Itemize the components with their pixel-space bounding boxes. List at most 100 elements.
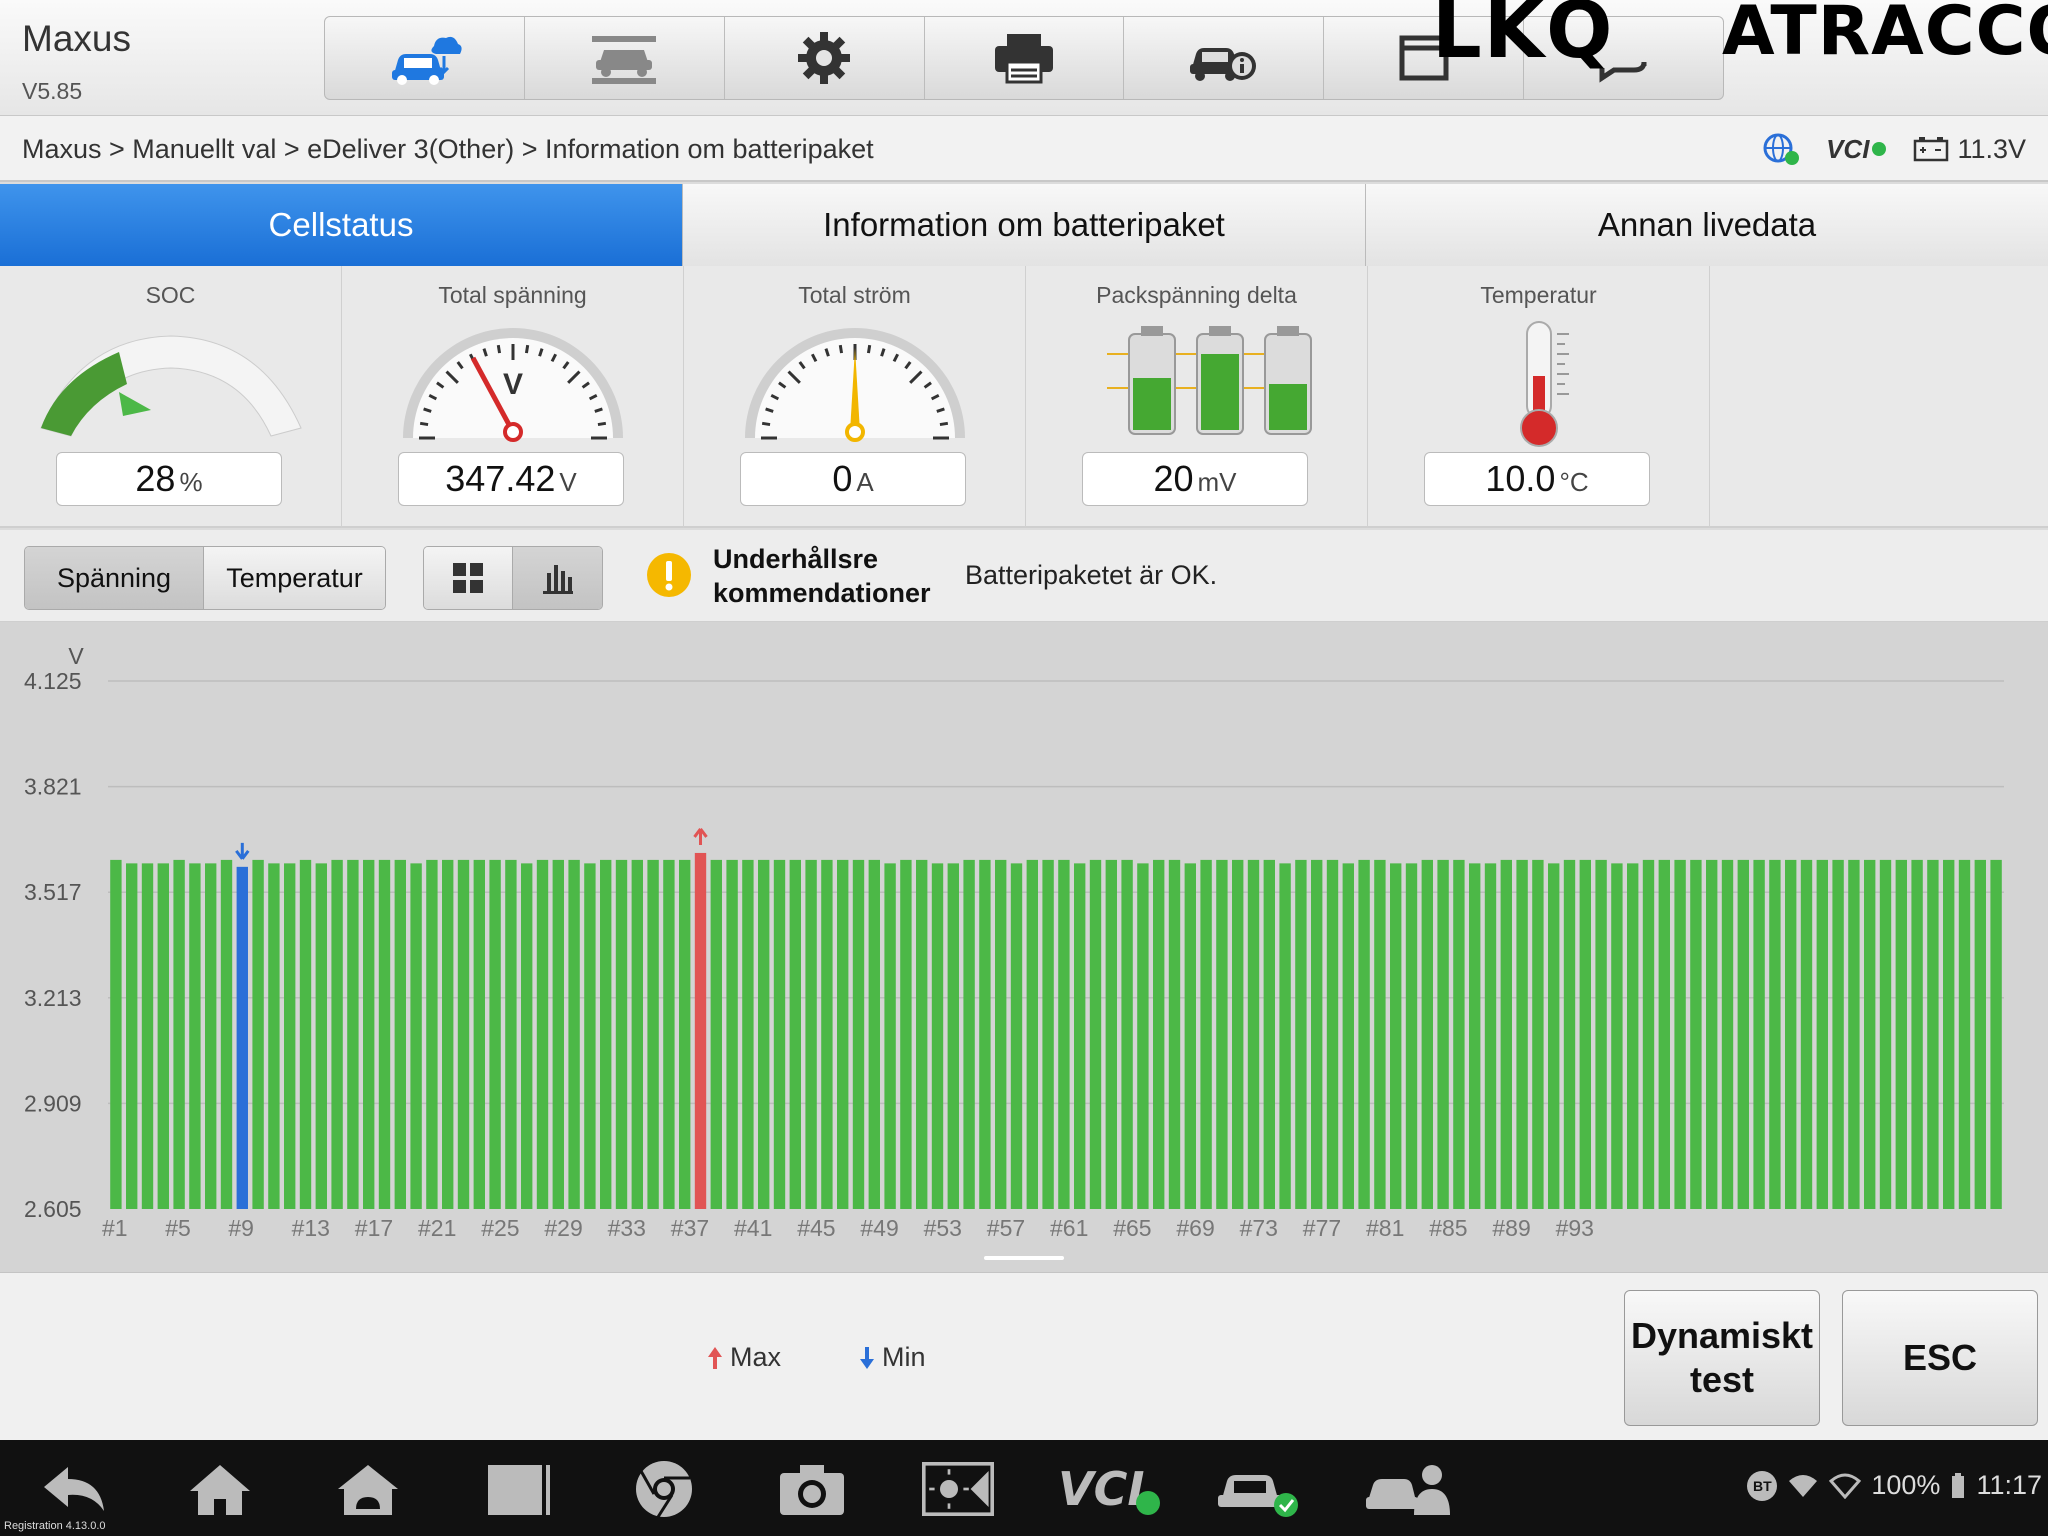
cell-bar[interactable] <box>1168 859 1181 1209</box>
cell-bar[interactable] <box>1769 859 1781 1209</box>
cell-bar[interactable] <box>1232 859 1244 1209</box>
cell-bar[interactable] <box>1737 859 1749 1209</box>
cell-bar[interactable] <box>521 863 533 1209</box>
cell-bar[interactable] <box>568 859 580 1209</box>
cell-bar[interactable] <box>489 859 501 1209</box>
cell-bar[interactable] <box>331 859 343 1209</box>
cell-bar[interactable] <box>1216 859 1228 1209</box>
cell-bar[interactable] <box>1816 859 1828 1209</box>
cell-bar[interactable] <box>1721 859 1734 1209</box>
cell-bar[interactable] <box>1895 859 1907 1209</box>
cell-bar[interactable] <box>268 863 280 1209</box>
cell-bar[interactable] <box>916 859 928 1209</box>
cell-bar[interactable] <box>1832 859 1844 1209</box>
cell-bar[interactable] <box>615 859 628 1209</box>
cell-bar[interactable] <box>1800 859 1813 1209</box>
cell-bar[interactable] <box>805 859 817 1209</box>
cell-bar[interactable] <box>315 863 327 1209</box>
nav-android-home-button[interactable] <box>332 1456 404 1522</box>
cell-bar[interactable] <box>1437 859 1449 1209</box>
cell-bar[interactable] <box>679 859 691 1209</box>
cell-bar[interactable] <box>1563 859 1576 1209</box>
nav-car-check-button[interactable] <box>1214 1456 1304 1522</box>
tab-other-livedata[interactable]: Annan livedata <box>1366 184 2048 266</box>
cell-bar[interactable] <box>1706 859 1718 1209</box>
cell-bar[interactable] <box>347 859 359 1209</box>
cell-bar[interactable] <box>963 859 975 1209</box>
tab-battery-info[interactable]: Information om batteripaket <box>683 184 1366 266</box>
cell-bar[interactable] <box>884 863 896 1209</box>
cell-bar[interactable] <box>1500 859 1512 1209</box>
cell-bar[interactable] <box>110 859 122 1209</box>
cell-bar[interactable] <box>789 859 801 1209</box>
cell-bar[interactable] <box>947 863 959 1209</box>
cell-bar[interactable] <box>1864 859 1876 1209</box>
cell-bar[interactable] <box>205 863 217 1209</box>
cell-bar[interactable] <box>378 859 391 1209</box>
cell-bar[interactable] <box>1974 859 1986 1209</box>
cell-bar[interactable] <box>552 859 564 1209</box>
cell-bar[interactable] <box>1184 863 1196 1209</box>
cell-bar[interactable] <box>410 863 422 1209</box>
cell-bar[interactable] <box>1074 863 1086 1209</box>
cell-bar[interactable] <box>1943 859 1955 1209</box>
cell-bar[interactable] <box>1200 859 1212 1209</box>
nav-recents-button[interactable] <box>482 1456 554 1522</box>
tab-cellstatus[interactable]: Cellstatus <box>0 184 683 266</box>
cell-bar[interactable] <box>773 859 786 1209</box>
cell-bar[interactable] <box>1548 863 1560 1209</box>
cell-bar[interactable] <box>1785 859 1797 1209</box>
cell-bar[interactable] <box>126 863 138 1209</box>
cell-bar[interactable] <box>1879 859 1892 1209</box>
cell-bar[interactable] <box>1674 859 1686 1209</box>
cell-bar[interactable] <box>1311 859 1323 1209</box>
car-info-button[interactable] <box>1124 17 1325 99</box>
cell-bar[interactable] <box>1753 859 1765 1209</box>
print-button[interactable] <box>925 17 1125 99</box>
cell-bar[interactable] <box>1658 859 1670 1209</box>
cell-bar[interactable] <box>220 859 233 1209</box>
cell-bar[interactable] <box>1927 859 1939 1209</box>
dynamic-test-button[interactable]: Dynamiskt test <box>1624 1290 1820 1426</box>
cell-bar[interactable] <box>394 859 406 1209</box>
nav-brightness-button[interactable] <box>922 1456 994 1522</box>
cell-bar[interactable] <box>1611 863 1623 1209</box>
cell-bar[interactable] <box>1848 859 1860 1209</box>
cell-bar[interactable] <box>1295 859 1307 1209</box>
cell-bar[interactable] <box>536 859 549 1209</box>
cell-bar[interactable] <box>995 859 1007 1209</box>
cell-bar[interactable] <box>1153 859 1165 1209</box>
cell-bar[interactable] <box>1374 859 1386 1209</box>
cell-bar[interactable] <box>1627 863 1639 1209</box>
cell-bar[interactable] <box>1010 863 1023 1209</box>
nav-camera-button[interactable] <box>776 1456 848 1522</box>
cell-bar[interactable] <box>1516 859 1528 1209</box>
nav-home-button[interactable] <box>184 1456 256 1522</box>
cell-bar[interactable] <box>868 859 880 1209</box>
cell-bar[interactable] <box>363 859 375 1209</box>
cell-bar[interactable] <box>837 859 849 1209</box>
cell-bar[interactable] <box>1247 859 1260 1209</box>
cell-bar[interactable] <box>663 859 675 1209</box>
cell-bar[interactable] <box>173 859 185 1209</box>
cell-bar[interactable] <box>647 859 659 1209</box>
cell-bar[interactable] <box>931 863 944 1209</box>
cell-bar[interactable] <box>442 859 454 1209</box>
cell-bar[interactable] <box>284 863 296 1209</box>
cell-bar[interactable] <box>1595 859 1607 1209</box>
cell-bar[interactable] <box>157 863 169 1209</box>
scroll-indicator[interactable] <box>984 1256 1064 1260</box>
cell-bar[interactable] <box>1469 863 1481 1209</box>
cell-bar-max[interactable] <box>694 852 707 1209</box>
cell-bar[interactable] <box>710 859 722 1209</box>
bar-chart-view-button[interactable] <box>513 547 602 609</box>
cell-bar[interactable] <box>1121 859 1133 1209</box>
cell-bar[interactable] <box>1990 859 2002 1209</box>
nav-vci-button[interactable]: VCI <box>1056 1456 1166 1522</box>
cell-bar[interactable] <box>473 859 485 1209</box>
lift-button[interactable] <box>525 17 725 99</box>
cell-bar[interactable] <box>1042 859 1054 1209</box>
cell-bar[interactable] <box>726 859 738 1209</box>
cell-bar[interactable] <box>1958 859 1971 1209</box>
cell-bar[interactable] <box>1137 863 1149 1209</box>
